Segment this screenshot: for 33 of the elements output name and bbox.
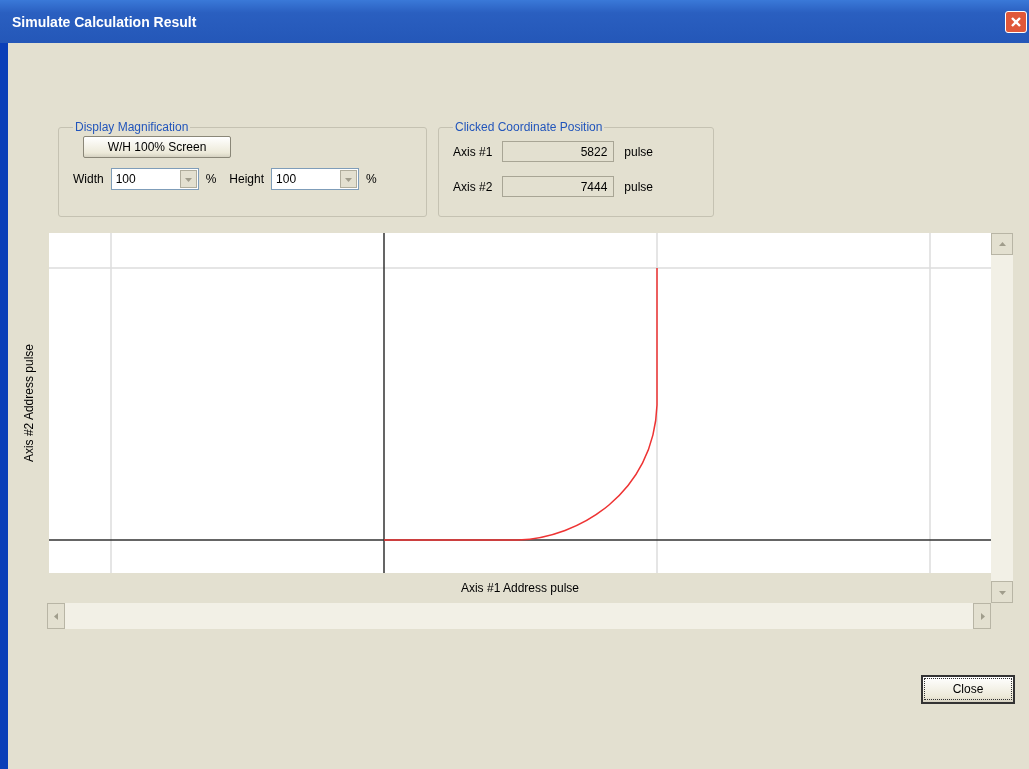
unit-label: % [366,172,377,186]
readonly-field: 5822 [502,141,615,162]
scroll-left-button[interactable] [47,603,65,629]
scroll-up-button[interactable] [991,233,1013,255]
arrow-icon [184,175,192,183]
field-label: Width [73,172,104,186]
x-axis-label: Axis #1 Address pulse [460,581,580,595]
group-title: Clicked Coordinate Position [454,120,604,134]
unit-label: pulse [624,179,654,194]
dropdown-field[interactable]: 100 [271,168,360,190]
close-icon [1010,15,1022,28]
screen-button[interactable]: W/H 100% Screen [83,136,231,158]
scroll-right-button[interactable] [973,603,991,629]
arrow-icon [998,588,1006,596]
vertical-scrollbar[interactable] [991,233,1013,603]
dropdown-field[interactable]: 100 [110,168,199,190]
readonly-field: 7444 [502,176,615,197]
arrow-icon [998,240,1006,248]
close-button[interactable] [1005,10,1027,33]
arrow-icon [345,175,353,183]
arrow-icon [52,612,60,620]
field-label: Height [229,172,265,186]
unit-label: pulse [624,144,654,159]
window-title: Simulate Calculation Result [12,13,197,30]
arrow-icon [978,612,986,620]
y-axis-label: Axis #2 Address pulse [21,343,36,463]
axis-label: Axis #1 [453,144,493,159]
close-button[interactable]: Close [921,674,1015,704]
axis-label: Axis #2 [453,179,493,194]
group-title: Display Magnification [74,120,190,134]
horizontal-scrollbar[interactable] [47,603,991,629]
unit-label: % [205,172,217,186]
scroll-down-button[interactable] [991,581,1013,603]
